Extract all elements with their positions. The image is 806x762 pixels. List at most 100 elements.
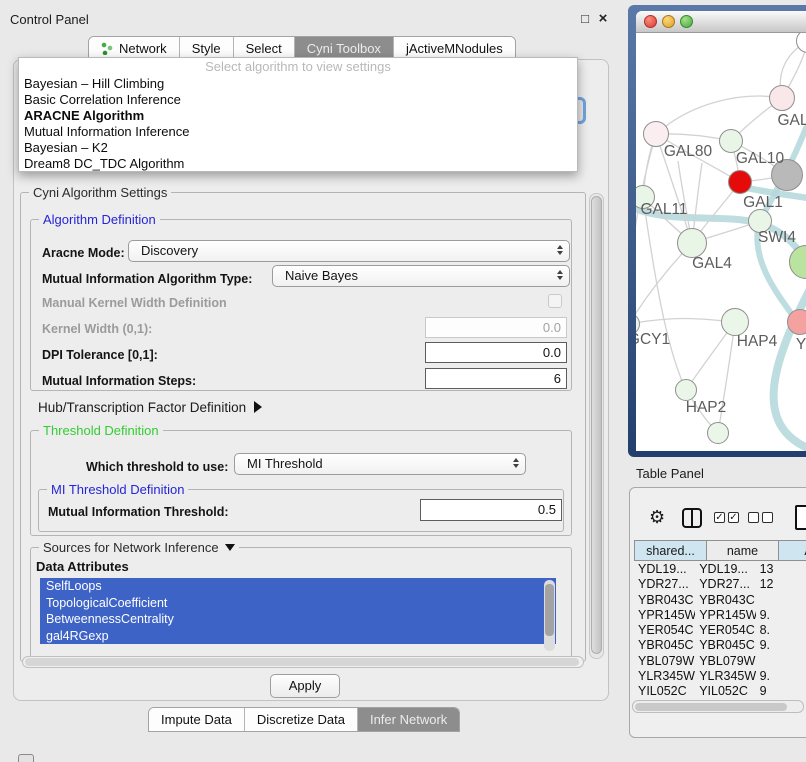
float-window-icon[interactable]: □ [578,12,592,26]
kernel-width-field[interactable]: 0.0 [425,317,567,338]
data-attributes-list: SelfLoopsTopologicalCoefficientBetweenne… [40,578,556,654]
network-node-gal4[interactable] [677,228,707,258]
tab-label: Impute Data [161,712,232,727]
close-window-icon[interactable]: × [596,12,610,26]
aracne-mode-combo[interactable]: Discovery [128,240,570,262]
network-node[interactable] [707,422,729,444]
aracne-mode-value: Discovery [141,243,198,258]
network-tab-icon [101,42,113,55]
table-row[interactable]: YPR145WYPR145W9. [634,608,806,623]
tab-discretize-data[interactable]: Discretize Data [245,708,358,731]
network-node-label-gal80: GAL80 [664,143,712,161]
bottom-tab-bar: Impute Data Discretize DataInfer Network [148,707,460,732]
data-attribute-option-betweennesscentrality[interactable]: BetweennessCentrality [40,611,556,628]
checked-box-icon[interactable]: ✓ [728,512,739,523]
stepper-icon [513,458,519,468]
algorithm-option-mutual-information-inference[interactable]: Mutual Information Inference [19,124,577,140]
gear-icon[interactable]: ⚙ [649,507,665,528]
scrollbar-thumb[interactable] [635,703,787,711]
table-cell: YIL052C [695,684,755,699]
table-cell: YPR145W [634,608,695,623]
table-horizontal-scrollbar[interactable] [632,700,804,713]
mi-type-combo[interactable]: Naive Bayes [272,265,570,287]
table-cell [756,654,806,669]
table-cell: YDR27... [634,577,695,592]
zoom-traffic-light-icon[interactable] [680,15,693,28]
network-node-hap2[interactable] [675,379,697,401]
unchecked-box-icon[interactable] [748,512,759,523]
mi-steps-field[interactable]: 6 [425,368,567,389]
network-node-gal7[interactable] [769,85,795,111]
close-traffic-light-icon[interactable] [644,15,657,28]
scrollbar-thumb[interactable] [591,196,602,654]
table-row[interactable]: YBR043CYBR043C [634,593,806,608]
network-node-label-gal11: GAL11 [640,201,687,219]
table-cell: YBR043C [634,593,695,608]
table-column-header-a[interactable]: A [779,540,806,561]
threshold-definition-title: Threshold Definition [39,423,163,438]
table-body: YDL19...YDL19...13YDR27...YDR27...12YBR0… [634,562,806,703]
data-attribute-option-selfloops[interactable]: SelfLoops [40,578,556,595]
scrollbar-thumb[interactable] [545,584,554,636]
table-column-header-name[interactable]: name [707,540,779,561]
table-row[interactable]: YDL19...YDL19...13 [634,562,806,577]
table-cell: YLR345W [634,669,695,684]
which-threshold-combo[interactable]: MI Threshold [234,453,526,475]
network-node-hap4[interactable] [721,308,749,336]
network-node-gal1[interactable] [728,170,752,194]
document-icon[interactable] [795,505,806,530]
table-cell: YIL052C [634,684,695,699]
table-row[interactable]: YIL052CYIL052C9 [634,684,806,699]
network-node-label-hap4: HAP4 [737,333,778,351]
table-header-row: shared...nameA [634,540,806,561]
tab-label: Cyni Toolbox [307,41,381,56]
tab-infer-network[interactable]: Infer Network [358,708,459,731]
table-row[interactable]: YER054CYER054C8. [634,623,806,638]
settings-horizontal-scrollbar[interactable] [22,656,584,668]
table-cell: 12 [756,577,806,592]
algorithm-definition-title: Algorithm Definition [39,212,160,227]
table-cell: YBR045C [695,638,755,653]
data-attribute-option-topologicalcoefficient[interactable]: TopologicalCoefficient [40,595,556,612]
table-row[interactable]: YDR27...YDR27...12 [634,577,806,592]
network-canvas[interactable]: GALGAL80GAL10GAL1GAL11SWI4GAL4GCY1HAP4YH… [636,33,806,451]
manual-kernel-checkbox[interactable] [548,294,562,308]
network-node-label-gal1: GAL1 [743,194,783,212]
algorithm-option-bayesian-k2[interactable]: Bayesian – K2 [19,140,577,156]
checked-box-icon[interactable]: ✓ [714,512,725,523]
sources-group-title[interactable]: Sources for Network Inference [39,540,239,555]
apply-button[interactable]: Apply [270,674,340,698]
hub-definition-toggle[interactable]: Hub/Transcription Factor Definition [38,400,262,415]
minimize-traffic-light-icon[interactable] [662,15,675,28]
table-column-header-shared[interactable]: shared... [634,540,707,561]
scrollbar-thumb[interactable] [25,658,579,666]
algorithm-placeholder: Select algorithm to view settings [19,58,577,76]
dpi-tolerance-label: DPI Tolerance [0,1]: [42,348,158,362]
network-window: GALGAL80GAL10GAL1GAL11SWI4GAL4GCY1HAP4YH… [636,11,806,451]
sources-title-text: Sources for Network Inference [43,540,219,555]
table-panel-title: Table Panel [636,466,704,481]
algorithm-option-bayesian-hill-climbing[interactable]: Bayesian – Hill Climbing [19,76,577,92]
network-window-titlebar[interactable] [636,11,806,33]
mi-type-value: Naive Bayes [285,268,358,283]
data-attribute-option-gal4rgexp[interactable]: gal4RGexp [40,628,556,645]
table-row[interactable]: YLR345WYLR345W9. [634,669,806,684]
tab-label: Select [246,41,282,56]
table-cell: 9. [756,669,806,684]
network-node-y[interactable] [787,309,806,335]
table-row[interactable]: YBL079WYBL079W [634,654,806,669]
network-window-frame: GALGAL80GAL10GAL1GAL11SWI4GAL4GCY1HAP4YH… [628,5,806,457]
bottom-left-mini-icon[interactable] [18,754,34,762]
split-columns-icon[interactable] [682,508,702,528]
screen: Control Panel □ × NetworkStyleSelectCyni… [0,0,806,762]
mi-threshold-field[interactable]: 0.5 [420,499,562,521]
tab-impute-data[interactable]: Impute Data [149,708,245,731]
settings-vertical-scrollbar[interactable] [589,193,604,659]
unchecked-box-icon[interactable] [762,512,773,523]
attributes-list-scrollbar[interactable] [544,580,555,651]
table-row[interactable]: YBR045CYBR045C9. [634,638,806,653]
algorithm-option-basic-correlation-inference[interactable]: Basic Correlation Inference [19,92,577,108]
algorithm-option-dream8-dc-tdc-algorithm[interactable]: Dream8 DC_TDC Algorithm [19,156,577,172]
algorithm-option-aracne-algorithm[interactable]: ARACNE Algorithm [19,108,577,124]
dpi-tolerance-field[interactable]: 0.0 [425,342,567,363]
